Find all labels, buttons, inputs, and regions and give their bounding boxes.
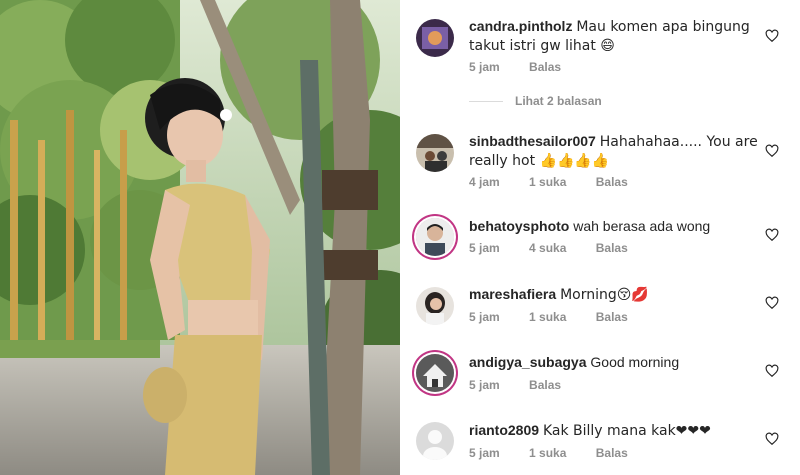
comment-time: 5 jam bbox=[469, 310, 500, 324]
replies-divider bbox=[469, 101, 503, 103]
avatar[interactable] bbox=[416, 422, 454, 460]
reply-button[interactable]: Balas bbox=[596, 310, 628, 324]
avatar[interactable] bbox=[416, 287, 454, 325]
comment-text-block: sinbadthesailor007 Hahahahaa..... You ar… bbox=[469, 132, 760, 170]
heart-icon[interactable] bbox=[765, 144, 779, 158]
heart-icon[interactable] bbox=[765, 432, 779, 446]
comment-time: 4 jam bbox=[469, 175, 500, 189]
comment-text: Morning😚💋 bbox=[560, 287, 649, 303]
heart-icon[interactable] bbox=[765, 364, 779, 378]
comments-panel: candra.pintholz Mau komen apa bingung ta… bbox=[400, 0, 800, 475]
comment-time: 5 jam bbox=[469, 60, 500, 74]
avatar[interactable] bbox=[416, 134, 454, 172]
comment-meta: 5 jam 4 suka Balas bbox=[469, 241, 654, 255]
like-count[interactable]: 1 suka bbox=[529, 175, 566, 189]
reply-button[interactable]: Balas bbox=[596, 446, 628, 460]
avatar[interactable] bbox=[416, 354, 454, 392]
comment-meta: 5 jam 1 suka Balas bbox=[469, 310, 654, 324]
comment-username[interactable]: sinbadthesailor007 bbox=[469, 133, 596, 149]
comment-time: 5 jam bbox=[469, 241, 500, 255]
heart-icon[interactable] bbox=[765, 228, 779, 242]
comment-text: Kak Billy mana kak❤❤❤ bbox=[542, 423, 711, 439]
comment-text-block: rianto2809 Kak Billy mana kak❤❤❤ bbox=[469, 421, 760, 440]
like-count[interactable]: 1 suka bbox=[529, 446, 566, 460]
comment-username[interactable]: candra.pintholz bbox=[469, 18, 572, 34]
avatar[interactable] bbox=[416, 218, 454, 256]
comment-time: 5 jam bbox=[469, 446, 500, 460]
reply-button[interactable]: Balas bbox=[529, 60, 561, 74]
comment-username[interactable]: andigya_subagya bbox=[469, 354, 587, 370]
reply-button[interactable]: Balas bbox=[596, 241, 628, 255]
comment-text-block: andigya_subagya Good morning bbox=[469, 353, 760, 371]
comment-text-block: mareshafiera Morning😚💋 bbox=[469, 285, 760, 304]
comment-text-block: behatoysphoto wah berasa ada wong bbox=[469, 217, 760, 235]
view-replies-button[interactable]: Lihat 2 balasan bbox=[469, 94, 602, 108]
comment-meta: 4 jam 1 suka Balas bbox=[469, 175, 654, 189]
like-count[interactable]: 1 suka bbox=[529, 310, 566, 324]
comment-meta: 5 jam 1 suka Balas bbox=[469, 446, 654, 460]
comment-meta: 5 jam Balas bbox=[469, 378, 587, 392]
heart-icon[interactable] bbox=[765, 296, 779, 310]
view-replies-label: Lihat 2 balasan bbox=[515, 94, 602, 108]
heart-icon[interactable] bbox=[765, 29, 779, 43]
comment-time: 5 jam bbox=[469, 378, 500, 392]
reply-button[interactable]: Balas bbox=[529, 378, 561, 392]
like-count[interactable]: 4 suka bbox=[529, 241, 566, 255]
comment-text-block: candra.pintholz Mau komen apa bingung ta… bbox=[469, 17, 760, 55]
comment-meta: 5 jam Balas bbox=[469, 60, 587, 74]
comment-username[interactable]: behatoysphoto bbox=[469, 218, 569, 234]
comment-text: wah berasa ada wong bbox=[573, 218, 711, 234]
comment-username[interactable]: mareshafiera bbox=[469, 286, 556, 302]
post-photo bbox=[0, 0, 400, 475]
avatar[interactable] bbox=[416, 19, 454, 57]
reply-button[interactable]: Balas bbox=[596, 175, 628, 189]
comment-text: Good morning bbox=[590, 354, 680, 370]
comment-username[interactable]: rianto2809 bbox=[469, 422, 539, 438]
